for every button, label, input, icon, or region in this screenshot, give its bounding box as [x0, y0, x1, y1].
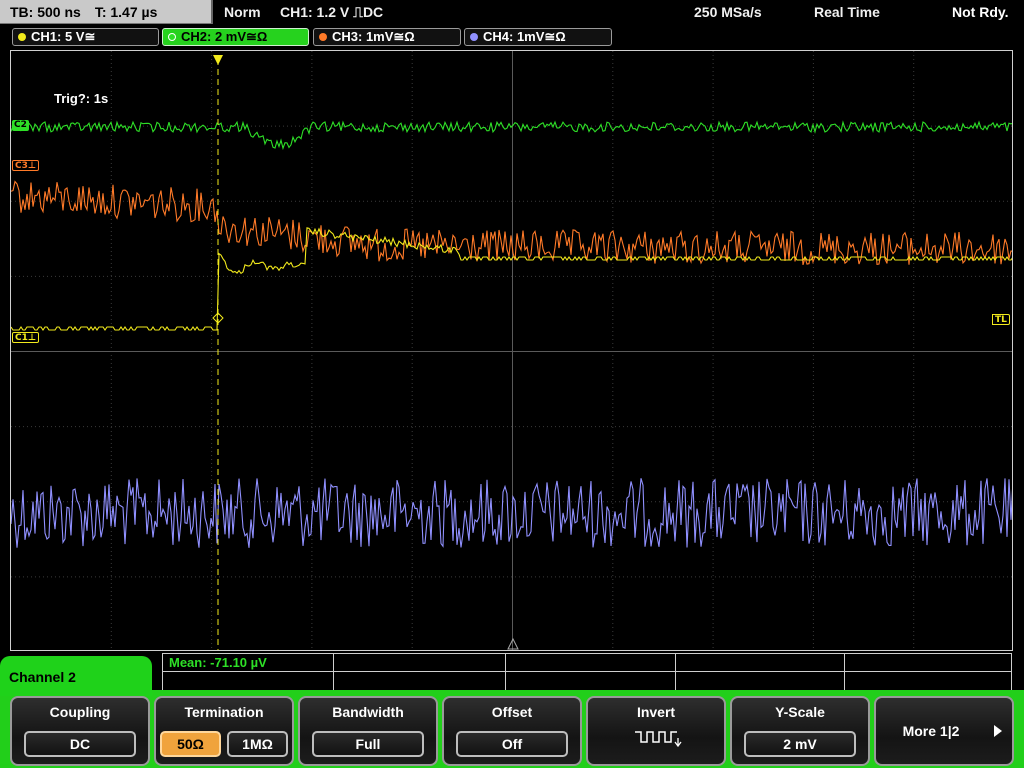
ch2-color-dot [168, 33, 176, 41]
mean-measurement: Mean: -71.10 µV [169, 655, 267, 670]
menu-title: Channel 2 [0, 656, 152, 696]
offset-value[interactable]: Off [456, 731, 568, 757]
timebase-value: TB: 500 ns [10, 4, 81, 20]
termination-1mohm-option[interactable]: 1MΩ [227, 731, 288, 757]
acquisition-mode: Real Time [814, 4, 880, 20]
measurement-divider [675, 654, 676, 690]
ch4-color-dot [470, 33, 478, 41]
yscale-value[interactable]: 2 mV [744, 731, 856, 757]
yscale-softkey[interactable]: Y-Scale 2 mV [730, 696, 870, 766]
trigger-time-value: T: 1.47 µs [94, 4, 158, 20]
coupling-softkey[interactable]: Coupling DC [10, 696, 150, 766]
termination-title: Termination [184, 704, 264, 720]
timebase-box[interactable]: TB: 500 ns T: 1.47 µs [0, 0, 213, 24]
trigger-level-marker[interactable]: TL [992, 314, 1010, 325]
tab-ch4[interactable]: CH4: 1mV≅Ω [464, 28, 612, 46]
tab-ch2[interactable]: CH2: 2 mV≅Ω [162, 28, 309, 46]
invert-title: Invert [636, 704, 676, 720]
ch3-offset-marker[interactable]: C3⊥ [12, 160, 40, 171]
termination-50ohm-option[interactable]: 50Ω [160, 731, 221, 757]
tab-ch1[interactable]: CH1: 5 V≅ [12, 28, 159, 46]
ch1-color-dot [18, 33, 26, 41]
coupling-title: Coupling [49, 704, 111, 720]
measurement-panel: Mean: -71.10 µV [162, 653, 1012, 691]
tab-ch2-label: CH2: 2 mV≅Ω [181, 29, 268, 44]
more-softkey[interactable]: More 1|2 [874, 696, 1014, 766]
tab-ch3[interactable]: CH3: 1mV≅Ω [313, 28, 461, 46]
waveform-display[interactable]: Trig?: 1s C2 C3⊥ C1⊥ TL [10, 50, 1013, 651]
ch2-offset-marker[interactable]: C2 [12, 120, 29, 131]
ch1-offset-marker[interactable]: C1⊥ [12, 332, 40, 343]
measurement-divider [163, 671, 1011, 672]
bandwidth-softkey[interactable]: Bandwidth Full [298, 696, 438, 766]
measurement-divider [333, 654, 334, 690]
tab-ch4-label: CH4: 1mV≅Ω [483, 29, 566, 44]
offset-softkey[interactable]: Offset Off [442, 696, 582, 766]
waveform-canvas [11, 51, 1012, 650]
ch3-color-dot [319, 33, 327, 41]
trigger-source[interactable]: CH1: 1.2 V ⎍DC [280, 0, 383, 24]
more-label: More 1|2 [902, 723, 960, 739]
trigger-position-marker [213, 55, 223, 65]
bandwidth-title: Bandwidth [332, 704, 404, 720]
yscale-title: Y-Scale [775, 704, 825, 720]
tab-ch3-label: CH3: 1mV≅Ω [332, 29, 415, 44]
invert-softkey[interactable]: Invert [586, 696, 726, 766]
chevron-right-icon [994, 725, 1002, 737]
coupling-value[interactable]: DC [24, 731, 136, 757]
tab-ch1-label: CH1: 5 V≅ [31, 29, 96, 44]
trigger-status: Trig?: 1s [54, 91, 109, 106]
termination-softkey[interactable]: Termination 50Ω 1MΩ [154, 696, 294, 766]
measurement-divider [505, 654, 506, 690]
run-state: Not Rdy. [952, 4, 1009, 20]
invert-waveform-icon [635, 731, 682, 748]
offset-title: Offset [491, 704, 533, 720]
trigger-mode[interactable]: Norm [224, 0, 261, 24]
status-bar: TB: 500 ns T: 1.47 µs Norm CH1: 1.2 V ⎍DC… [0, 0, 1024, 26]
measurement-divider [844, 654, 845, 690]
bandwidth-value[interactable]: Full [312, 731, 424, 757]
sample-rate: 250 MSa/s [694, 4, 762, 20]
